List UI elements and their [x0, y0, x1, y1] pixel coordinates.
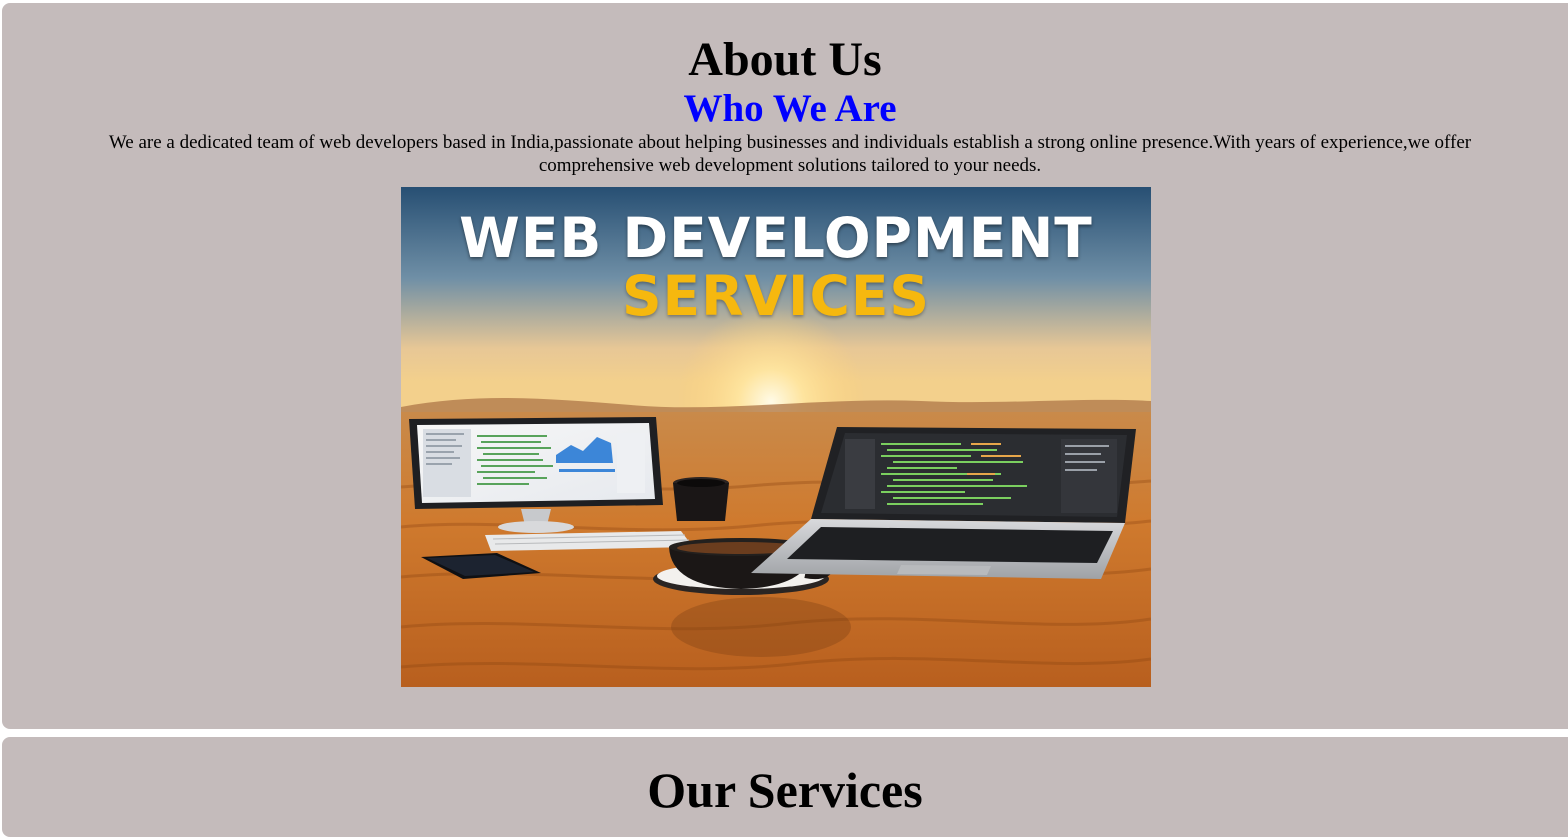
- services-title: Our Services: [647, 762, 923, 818]
- about-section: About Us Who We Are We are a dedicated t…: [2, 3, 1568, 729]
- about-title: About Us: [688, 33, 882, 86]
- web-development-services-image: WEB DEVELOPMENT SERVICES: [401, 187, 1151, 687]
- who-we-are-subtitle: Who We Are: [683, 87, 897, 130]
- image-subheadline: SERVICES: [621, 264, 931, 328]
- services-section: Our Services: [2, 737, 1568, 837]
- mug-graphic: [673, 477, 729, 521]
- about-description: We are a dedicated team of web developer…: [108, 132, 1472, 176]
- image-headline: WEB DEVELOPMENT: [459, 206, 1093, 270]
